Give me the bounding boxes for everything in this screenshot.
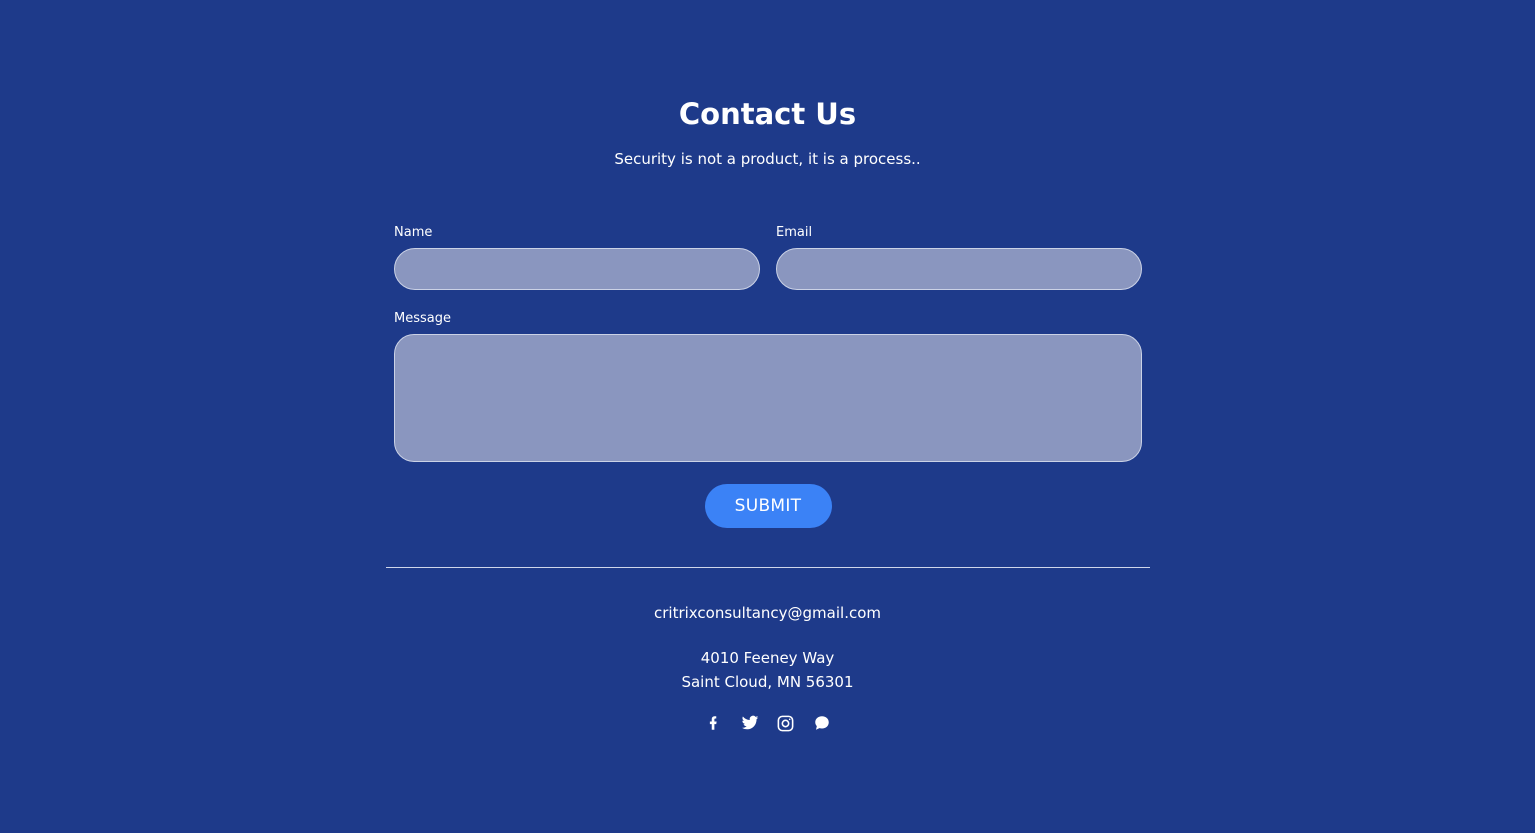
page-title: Contact Us xyxy=(678,97,857,131)
social-links xyxy=(0,712,1535,734)
footer-address: 4010 Feeney Way Saint Cloud, MN 56301 xyxy=(0,646,1535,694)
facebook-icon[interactable] xyxy=(703,712,725,734)
submit-button[interactable]: SUBMIT xyxy=(704,484,832,528)
chat-icon[interactable] xyxy=(811,712,833,734)
submit-wrap: SUBMIT xyxy=(394,484,1142,528)
footer-email-link[interactable]: critrixconsultancy@gmail.com xyxy=(0,602,1535,624)
name-input[interactable] xyxy=(394,248,760,290)
name-field-group: Name xyxy=(394,224,760,290)
address-line-2: Saint Cloud, MN 56301 xyxy=(681,673,854,691)
address-line-1: 4010 Feeney Way xyxy=(700,649,835,667)
footer-divider xyxy=(386,567,1150,568)
name-email-row: Name Email xyxy=(394,224,1142,290)
twitter-icon[interactable] xyxy=(739,712,761,734)
email-field-group: Email xyxy=(776,224,1142,290)
email-input[interactable] xyxy=(776,248,1142,290)
contact-form: Name Email Message SUBMIT xyxy=(394,224,1142,528)
message-label: Message xyxy=(394,311,451,326)
message-textarea[interactable] xyxy=(394,334,1142,462)
contact-page: Contact Us Security is not a product, it… xyxy=(0,0,1535,833)
message-field-group: Message xyxy=(394,310,1142,462)
page-subtitle: Security is not a product, it is a proce… xyxy=(614,150,921,168)
instagram-icon[interactable] xyxy=(775,712,797,734)
name-label: Name xyxy=(394,225,433,240)
email-label: Email xyxy=(776,225,813,240)
